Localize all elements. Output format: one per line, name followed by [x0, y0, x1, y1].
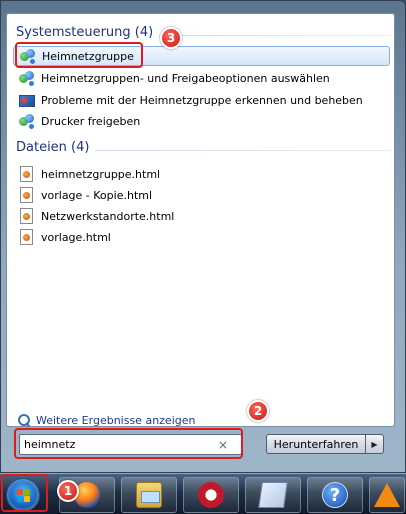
result-label: Heimnetzgruppen- und Freigabeoptionen au…	[41, 71, 330, 85]
callout-badge-1: 1	[57, 480, 79, 502]
result-label: Probleme mit der Heimnetzgruppe erkennen…	[41, 93, 363, 107]
html-file-icon	[20, 208, 33, 224]
group-header-files[interactable]: Dateien (4)	[16, 140, 391, 158]
search-results-panel: Systemsteuerung (4) Heimnetzgruppe Heimn…	[6, 13, 395, 427]
result-label: heimnetzgruppe.html	[41, 167, 161, 181]
troubleshoot-icon	[19, 95, 35, 107]
html-file-icon	[20, 187, 33, 203]
html-file-icon	[20, 166, 33, 182]
highlight-box-search	[14, 428, 243, 459]
result-label: Drucker freigeben	[41, 114, 141, 128]
shutdown-options-arrow[interactable]: ▶	[365, 434, 384, 454]
search-icon	[18, 413, 31, 427]
highlight-box-start	[1, 474, 48, 512]
result-item-share-printer[interactable]: Drucker freigeben	[13, 111, 390, 131]
arrow-right-icon: ▶	[371, 439, 378, 449]
result-item-troubleshoot[interactable]: Probleme mit der Heimnetzgruppe erkennen…	[13, 90, 390, 110]
file-explorer-icon	[136, 482, 162, 508]
result-item-file[interactable]: vorlage.html	[13, 227, 390, 247]
homegroup-icon	[19, 113, 35, 129]
homegroup-icon	[19, 70, 35, 86]
start-menu: Systemsteuerung (4) Heimnetzgruppe Heimn…	[0, 0, 406, 473]
shutdown-button[interactable]: Herunterfahren	[266, 434, 365, 454]
result-label: vorlage.html	[41, 230, 111, 244]
more-results-link[interactable]: Weitere Ergebnisse anzeigen	[18, 412, 195, 428]
result-item-file[interactable]: vorlage - Kopie.html	[13, 185, 390, 205]
result-label: Netzwerkstandorte.html	[41, 209, 175, 223]
taskbar-help-button[interactable]: ?	[307, 477, 363, 513]
result-item-file[interactable]: Netzwerkstandorte.html	[13, 206, 390, 226]
help-icon: ?	[322, 482, 348, 508]
vlc-icon	[374, 483, 400, 507]
highlight-box-result	[15, 42, 143, 68]
more-results-label: Weitere Ergebnisse anzeigen	[36, 413, 196, 427]
callout-badge-3: 3	[160, 27, 182, 49]
taskbar-vlc-button[interactable]	[369, 477, 405, 513]
notes-icon	[258, 482, 288, 508]
callout-badge-2: 2	[247, 400, 269, 422]
html-file-icon	[20, 229, 33, 245]
result-item-file[interactable]: heimnetzgruppe.html	[13, 164, 390, 184]
shutdown-label: Herunterfahren	[273, 437, 359, 451]
result-item-sharing-options[interactable]: Heimnetzgruppen- und Freigabeoptionen au…	[13, 68, 390, 88]
media-player-icon	[198, 482, 224, 508]
taskbar-media-button[interactable]	[183, 477, 239, 513]
result-label: vorlage - Kopie.html	[41, 188, 153, 202]
taskbar-notes-button[interactable]	[245, 477, 301, 513]
taskbar-explorer-button[interactable]	[121, 477, 177, 513]
group-header-control-panel[interactable]: Systemsteuerung (4)	[16, 25, 391, 43]
